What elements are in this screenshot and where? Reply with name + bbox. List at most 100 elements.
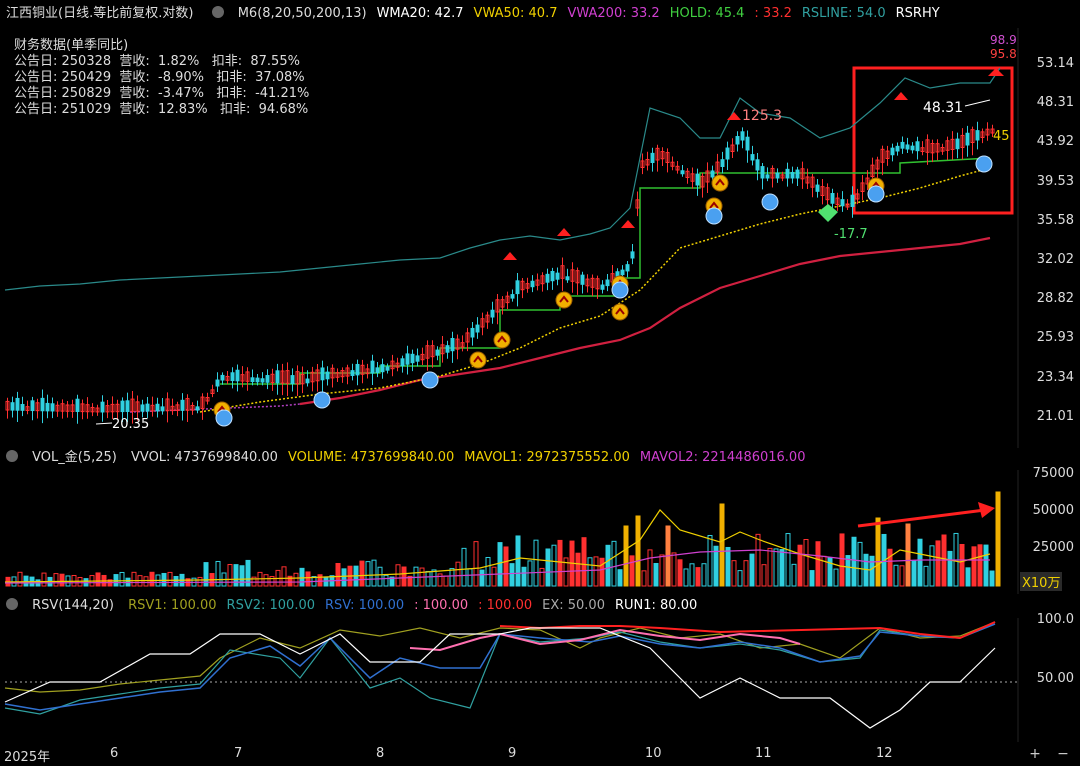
rsv-indicator-name[interactable]: RSV(144,20) [32, 598, 114, 613]
volume-bar [443, 575, 449, 587]
candle-body [775, 172, 780, 179]
volume-bar [785, 533, 791, 587]
volume-bar [401, 566, 407, 587]
stock-title[interactable]: 江西铜业(日线.等比前复权.对数) [6, 6, 193, 21]
buy-arrow-icon [493, 331, 511, 349]
volume-bar [917, 538, 923, 587]
volume-bar [521, 566, 527, 587]
volume-bars [5, 491, 1001, 587]
candle-body [100, 401, 105, 413]
candle-body [265, 375, 270, 383]
volume-bar [887, 548, 893, 587]
volume-bar [689, 563, 695, 587]
zoom-out-button[interactable]: − [1052, 744, 1074, 764]
volume-bar [377, 566, 383, 587]
volume-chart[interactable] [0, 470, 1080, 594]
volume-bar [305, 571, 311, 587]
volume-bar [731, 560, 737, 587]
rsv-toggle-icon[interactable] [6, 598, 18, 610]
axis-tick-label: 25.93 [1036, 330, 1074, 346]
candle-body [555, 272, 560, 280]
candle-body [145, 403, 150, 412]
left-low-annotation: 20.35 [112, 417, 149, 432]
volume-bar [623, 525, 629, 587]
volume-bar [317, 574, 323, 587]
candle-body [220, 374, 225, 381]
candle-body [275, 370, 280, 384]
indicator-value: WMA20: 42.7 [376, 6, 464, 21]
candlesticks [5, 121, 995, 424]
volume-bar [797, 544, 803, 587]
candle-body [435, 349, 440, 356]
candle-body [230, 372, 235, 382]
volume-bar [341, 568, 347, 587]
candle-body [40, 397, 45, 412]
candle-body [545, 273, 550, 283]
volume-bar [293, 572, 299, 587]
volume-bar [893, 564, 899, 587]
volume-bar [875, 517, 881, 587]
volume-bar [695, 567, 701, 587]
candle-body [30, 400, 35, 412]
indicator-value: RSV1: 100.00 [128, 598, 217, 613]
axis-tick-label: 48.31 [1036, 95, 1074, 111]
candle-body [445, 345, 450, 353]
volume-bar [485, 556, 491, 587]
volume-bar [713, 545, 719, 587]
axis-tick-label: 50000 [1032, 503, 1074, 518]
candle-body [290, 375, 295, 385]
volume-bar [959, 543, 965, 587]
axis-tick-label: 75000 [1032, 466, 1074, 481]
axis-tick-label: 25000 [1032, 540, 1074, 555]
candle-body [890, 147, 895, 156]
candle-body [600, 284, 605, 290]
time-tick-label: 11 [755, 746, 772, 761]
candle-body [815, 184, 820, 192]
volume-bar [611, 540, 617, 587]
volume-bar [587, 557, 593, 587]
volume-bar [659, 554, 665, 587]
zoom-in-button[interactable]: + [1024, 744, 1046, 764]
volume-bar [707, 534, 713, 587]
volume-header: VOL_金(5,25) VVOL: 4737699840.00 VOLUME: 4… [0, 444, 1080, 472]
volume-bar [923, 565, 929, 587]
rsv-chart[interactable] [0, 618, 1080, 742]
candle-body [325, 371, 330, 380]
indicator-value: : 100.00 [478, 598, 533, 613]
time-tick-label: 7 [234, 746, 243, 761]
volume-toggle-icon[interactable] [6, 450, 18, 462]
volume-bar [647, 549, 653, 587]
volume-bar [509, 563, 515, 587]
candle-body [160, 406, 165, 412]
indicator-value: M6(8,20,50,200,13) [237, 6, 367, 21]
volume-bar [557, 539, 563, 587]
buy-arrow-icon [555, 291, 573, 309]
volume-bar [671, 552, 677, 587]
tag-45: 45 [993, 129, 1010, 144]
axis-tick-label: 21.01 [1036, 408, 1074, 424]
volume-bar [683, 568, 689, 587]
volume-bar [383, 574, 389, 587]
indicator-value: VOLUME: 4737699840.00 [287, 450, 455, 465]
axis-tick-label: 23.34 [1036, 369, 1074, 385]
rsv-header: RSV(144,20) RSV1: 100.00 RSV2: 100.00 RSV:… [0, 592, 1080, 620]
volume-bar [23, 575, 29, 587]
volume-bar [497, 542, 503, 587]
time-tick-label: 2025年 [4, 750, 51, 765]
volume-indicator-name[interactable]: VOL_金(5,25) [32, 450, 117, 465]
volume-bar [929, 545, 935, 587]
candle-body [630, 251, 635, 259]
volume-bar [719, 503, 725, 587]
volume-bar [911, 560, 917, 587]
candle-body [765, 174, 770, 179]
price-chart[interactable]: 125.3 48.31 -17.7 20.35 45 98.9 95.8 [0, 28, 1080, 448]
volume-bar [779, 549, 785, 587]
candle-body [125, 400, 130, 412]
volume-bar [455, 561, 461, 587]
candle-body [305, 378, 310, 384]
candle-body [20, 403, 25, 411]
indicator-value: VVOL: 4737699840.00 [131, 450, 278, 465]
settings-dot-icon[interactable] [211, 6, 224, 18]
volume-bar [551, 544, 557, 587]
rsv-values: RSV1: 100.00 RSV2: 100.00 RSV: 100.00: 100… [128, 598, 707, 613]
